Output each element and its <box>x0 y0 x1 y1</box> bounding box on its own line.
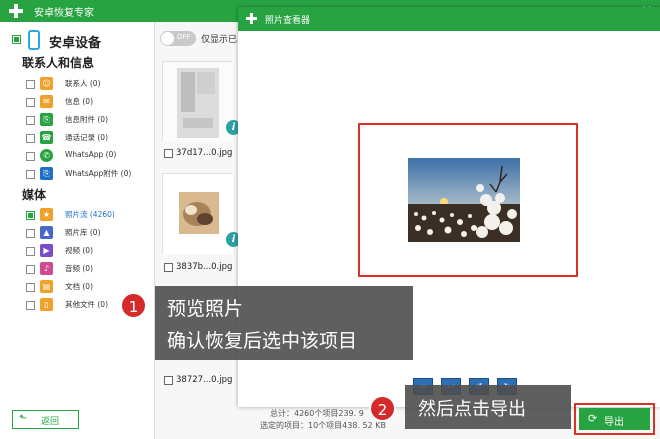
step-badge-1: 1 <box>120 292 147 319</box>
video-icon: ▶ <box>40 244 53 257</box>
file-checkbox[interactable] <box>164 149 173 158</box>
phone-device-icon <box>28 30 40 50</box>
sidebar-item-audio[interactable]: ♪ 音频 (0) <box>26 262 151 276</box>
sidebar-item-whatsapp-attachments[interactable]: ⎘ WhatsApp附件 (0) <box>26 167 151 181</box>
sidebar-item-message-attachments[interactable]: ⎘ 信息附件 (0) <box>26 113 151 127</box>
file-checkbox[interactable] <box>164 376 173 385</box>
attachment-icon: ⎘ <box>40 113 53 126</box>
document-icon: ▤ <box>40 280 53 293</box>
sidebar-item-contacts[interactable]: ☺ 联系人 (0) <box>26 77 151 91</box>
app-window: 安卓恢复专家 — ✕ 安卓设备 联系人和信息 ☺ 联系人 (0) ✉ 信息 (0… <box>0 0 660 439</box>
sidebar-item-call-log[interactable]: ☎ 通话记录 (0) <box>26 131 151 145</box>
file-checkbox[interactable] <box>164 263 173 272</box>
device-checkbox[interactable] <box>12 35 21 44</box>
sidebar-item-photo-library[interactable]: ▲ 照片库 (0) <box>26 226 151 240</box>
window-title: 安卓恢复专家 <box>34 8 94 19</box>
sidebar-item-videos[interactable]: ▶ 视频 (0) <box>26 244 151 258</box>
back-arrow-icon: ⬑ <box>19 413 28 424</box>
show-only-toggle[interactable]: OFF <box>160 31 196 46</box>
device-label: 安卓设备 <box>49 36 102 51</box>
message-icon: ✉ <box>40 95 53 108</box>
sidebar-item-messages[interactable]: ✉ 信息 (0) <box>26 95 151 109</box>
export-button[interactable]: ⟳ 导出 <box>579 408 650 430</box>
export-highlight-box: ⟳ 导出 <box>574 403 655 435</box>
app-logo-icon <box>9 4 23 18</box>
section-media-title: 媒体 <box>22 188 47 202</box>
sidebar-item-photo-stream[interactable]: ★ 照片流 (4260) <box>26 208 151 222</box>
callout-1-line-1: 预览照片 <box>167 298 244 320</box>
file-card[interactable]: 38727...0.jpg <box>162 349 236 439</box>
contact-icon: ☺ <box>40 77 53 90</box>
toggle-label: 仅显示已 <box>201 35 238 45</box>
viewer-title-bar: 照片查看器 <box>238 7 660 31</box>
gallery-icon: ▲ <box>40 226 53 239</box>
audio-icon: ♪ <box>40 262 53 275</box>
file-icon: ▯ <box>40 298 53 311</box>
photo-preview <box>408 158 520 242</box>
whatsapp-icon: ✆ <box>40 149 53 162</box>
sidebar: 安卓设备 联系人和信息 ☺ 联系人 (0) ✉ 信息 (0) ⎘ 信息附件 (0… <box>0 22 155 439</box>
section-contacts-title: 联系人和信息 <box>22 56 95 70</box>
whatsapp-attachment-icon: ⎘ <box>40 167 53 180</box>
file-thumbnail <box>162 61 233 142</box>
status-total: 总计：4260个项目239. 9 <box>270 409 364 418</box>
callout-export: 然后点击导出 <box>405 385 571 429</box>
viewer-logo-icon <box>246 13 257 24</box>
step-badge-2: 2 <box>369 395 396 422</box>
viewer-title: 照片查看器 <box>265 16 311 26</box>
back-button[interactable]: ⬑ 返回 <box>12 410 79 429</box>
star-icon: ★ <box>40 208 53 221</box>
phone-icon: ☎ <box>40 131 53 144</box>
file-card[interactable]: i 37d17...0.jpg <box>162 61 241 161</box>
callout-1-line-2: 确认恢复后选中该项目 <box>167 330 358 352</box>
callout-2-line-1: 然后点击导出 <box>418 399 526 420</box>
file-card[interactable]: i 3837b...0.jpg <box>162 173 241 273</box>
callout-preview: 预览照片 确认恢复后选中该项目 <box>155 286 413 360</box>
sidebar-item-whatsapp[interactable]: ✆ WhatsApp (0) <box>26 149 151 163</box>
status-selected: 选定的项目：10个项目438. 52 KB <box>260 421 386 430</box>
file-thumbnail <box>162 173 233 254</box>
export-icon: ⟳ <box>588 412 598 425</box>
